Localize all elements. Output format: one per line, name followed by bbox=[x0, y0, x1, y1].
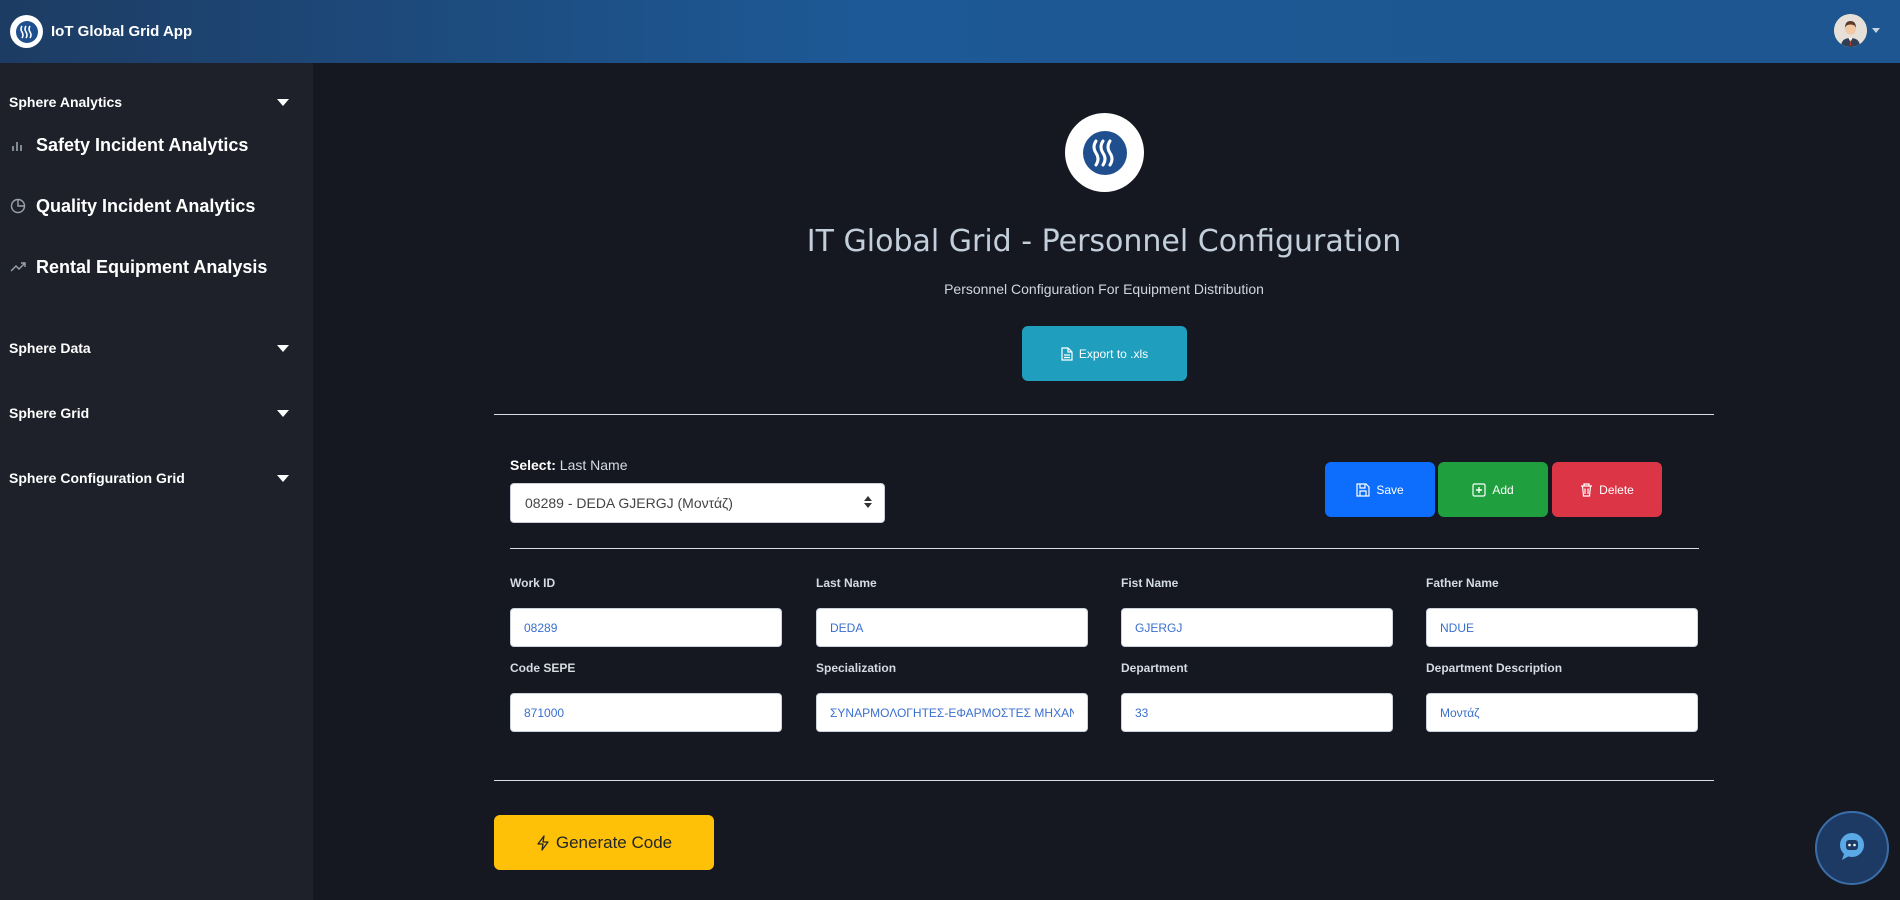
department-input[interactable] bbox=[1121, 693, 1393, 732]
father-name-label: Father Name bbox=[1426, 576, 1499, 590]
user-menu[interactable] bbox=[1834, 14, 1880, 47]
work-id-label: Work ID bbox=[510, 576, 556, 590]
department-description-input[interactable] bbox=[1426, 693, 1698, 732]
brand[interactable]: IoT Global Grid App bbox=[10, 15, 192, 48]
specialization-label: Specialization bbox=[816, 661, 897, 675]
sidebar-section-sphere-grid[interactable]: Sphere Grid bbox=[9, 401, 289, 425]
pie-chart-icon bbox=[9, 197, 27, 215]
divider bbox=[510, 548, 1699, 549]
chatbot-button[interactable] bbox=[1815, 811, 1889, 885]
select-label-text: Last Name bbox=[555, 457, 628, 473]
bar-chart-icon bbox=[9, 136, 27, 154]
save-label: Save bbox=[1376, 482, 1404, 497]
sidebar-item-quality-incident-analytics[interactable]: Quality Incident Analytics bbox=[9, 192, 255, 220]
export-label: Export to .xls bbox=[1078, 346, 1149, 361]
father-name-input[interactable] bbox=[1426, 608, 1698, 647]
work-id-input[interactable] bbox=[510, 608, 782, 647]
top-navbar: IoT Global Grid App bbox=[0, 0, 1900, 63]
sidebar-item-label: Rental Equipment Analysis bbox=[36, 256, 268, 277]
sidebar-section-sphere-configuration-grid[interactable]: Sphere Configuration Grid bbox=[9, 466, 289, 490]
first-name-input[interactable] bbox=[1121, 608, 1393, 647]
lightning-icon bbox=[536, 834, 550, 851]
department-description-label: Department Description bbox=[1426, 661, 1563, 675]
generate-label: Generate Code bbox=[555, 832, 673, 852]
export-xls-button[interactable]: Export to .xls bbox=[1022, 326, 1187, 381]
page-title: IT Global Grid - Personnel Configuration bbox=[806, 224, 1402, 259]
select-value: 08289 - DEDA GJERGJ (Μοντάζ) bbox=[525, 495, 733, 511]
code-sepe-label: Code SEPE bbox=[510, 661, 576, 675]
sidebar-section-label: Sphere Grid bbox=[9, 405, 90, 421]
app-logo-icon bbox=[10, 15, 43, 48]
select-label-bold: Select: bbox=[510, 457, 556, 473]
last-name-label: Last Name bbox=[816, 576, 877, 590]
sidebar-section-sphere-analytics[interactable]: Sphere Analytics bbox=[9, 90, 289, 114]
caret-down-icon bbox=[277, 344, 289, 352]
sidebar-item-safety-incident-analytics[interactable]: Safety Incident Analytics bbox=[9, 131, 248, 159]
plus-square-icon bbox=[1472, 482, 1486, 497]
generate-code-button[interactable]: Generate Code bbox=[494, 815, 714, 870]
last-name-input[interactable] bbox=[816, 608, 1088, 647]
department-label: Department bbox=[1121, 661, 1188, 675]
sidebar-section-label: Sphere Data bbox=[9, 340, 91, 356]
sidebar: Sphere Analytics Safety Incident Analyti… bbox=[0, 63, 313, 900]
user-avatar-icon[interactable] bbox=[1834, 14, 1867, 47]
file-icon bbox=[1061, 346, 1073, 361]
caret-down-icon bbox=[277, 409, 289, 417]
sidebar-section-sphere-data[interactable]: Sphere Data bbox=[9, 336, 289, 360]
add-button[interactable]: Add bbox=[1438, 462, 1548, 517]
add-label: Add bbox=[1492, 482, 1514, 497]
chevron-down-icon[interactable] bbox=[1872, 28, 1880, 33]
select-arrows-icon bbox=[864, 496, 872, 508]
chat-bubble-icon bbox=[1835, 829, 1869, 868]
divider bbox=[494, 780, 1714, 781]
trend-up-icon bbox=[9, 258, 27, 276]
delete-label: Delete bbox=[1599, 482, 1634, 497]
app-title: IoT Global Grid App bbox=[51, 23, 193, 40]
sidebar-section-label: Sphere Configuration Grid bbox=[9, 470, 185, 486]
caret-down-icon bbox=[277, 474, 289, 482]
sphere-logo-icon bbox=[1065, 113, 1144, 192]
first-name-label: Fist Name bbox=[1121, 576, 1179, 590]
personnel-select[interactable]: 08289 - DEDA GJERGJ (Μοντάζ) bbox=[510, 483, 885, 523]
select-label: Select: Last Name bbox=[510, 457, 628, 473]
sidebar-section-label: Sphere Analytics bbox=[9, 94, 123, 110]
delete-button[interactable]: Delete bbox=[1552, 462, 1662, 517]
divider bbox=[494, 414, 1714, 415]
specialization-input[interactable] bbox=[816, 693, 1088, 732]
caret-down-icon bbox=[277, 98, 289, 106]
sidebar-item-label: Safety Incident Analytics bbox=[36, 134, 249, 155]
code-sepe-input[interactable] bbox=[510, 693, 782, 732]
sidebar-item-label: Quality Incident Analytics bbox=[36, 195, 256, 216]
sidebar-item-rental-equipment-analysis[interactable]: Rental Equipment Analysis bbox=[9, 253, 267, 281]
floppy-disk-icon bbox=[1356, 482, 1370, 497]
page-subtitle: Personnel Configuration For Equipment Di… bbox=[944, 281, 1264, 297]
save-button[interactable]: Save bbox=[1325, 462, 1435, 517]
trash-icon bbox=[1580, 482, 1593, 497]
